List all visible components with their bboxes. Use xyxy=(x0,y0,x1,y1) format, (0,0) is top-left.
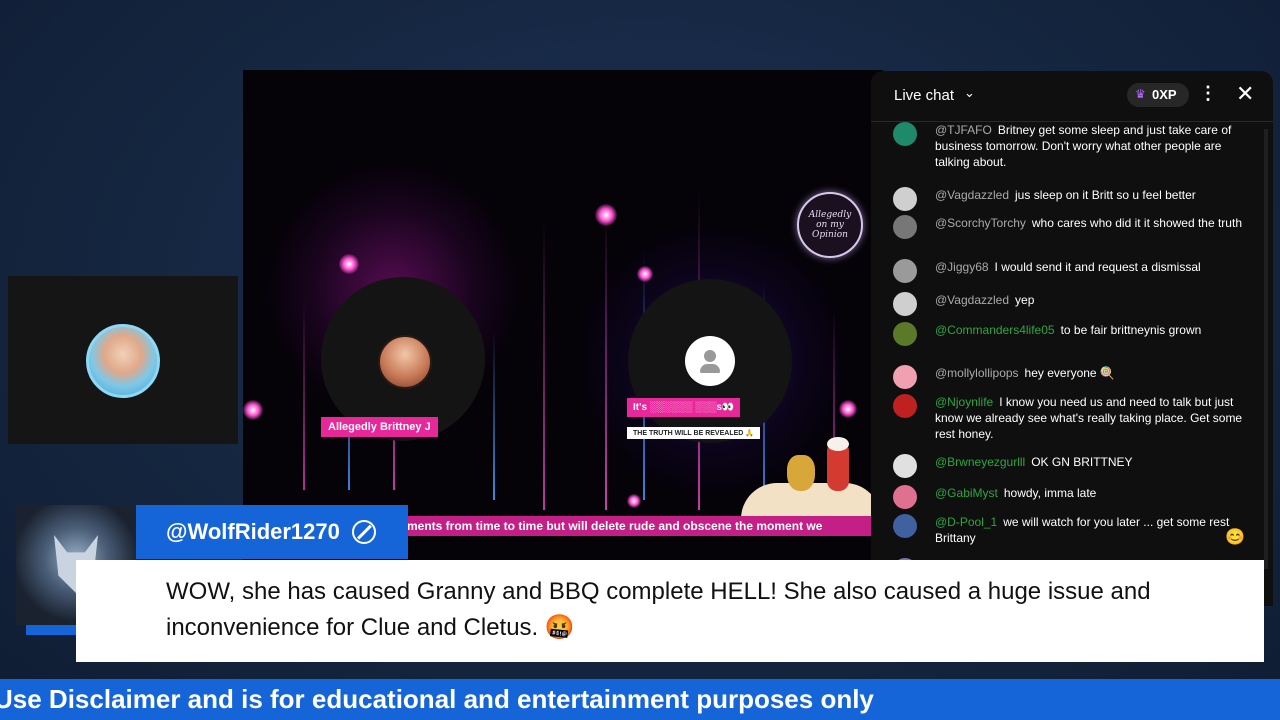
chat-message-body: @ScorchyTorchy who cares who did it it sh… xyxy=(935,215,1253,231)
chat-avatar xyxy=(893,514,917,538)
chat-message[interactable]: @Jiggy68 I would send it and request a di… xyxy=(893,259,1253,283)
chat-text: I would send it and request a dismissal xyxy=(994,260,1201,274)
disclaimer-text: Use Disclaimer and is for educational an… xyxy=(0,684,874,714)
comment-username: @WolfRider1270 xyxy=(166,519,340,544)
chat-message-body: @Vagdazzled yep xyxy=(935,292,1253,308)
light-streak xyxy=(303,300,305,490)
stream-video[interactable]: Allegedly on my Opinion Allegedly Brittn… xyxy=(243,70,883,560)
chat-avatar xyxy=(893,292,917,316)
light-orb xyxy=(839,400,857,418)
chat-text: who cares who did it it showed the truth xyxy=(1031,216,1242,230)
chat-message[interactable]: @Njoynlife I know you need us and need to… xyxy=(893,394,1253,442)
guest-title-tag: It's ░░░░░░ ░░░s👀 xyxy=(627,398,741,417)
default-avatar-icon xyxy=(685,336,735,386)
chat-message-body: @Commanders4life05 to be fair brittneynis… xyxy=(935,322,1253,338)
chat-avatar xyxy=(893,454,917,478)
chevron-down-icon[interactable]: ⌄ xyxy=(964,85,975,101)
chat-avatar xyxy=(893,215,917,239)
chat-author[interactable]: @TJFAFO xyxy=(935,123,992,137)
chat-header: Live chat ⌄ ♛ 0XP ⋮ ✕ xyxy=(871,71,1273,122)
chat-avatar xyxy=(893,259,917,283)
chat-author[interactable]: @Commanders4life05 xyxy=(935,323,1055,337)
chat-scrollbar[interactable] xyxy=(1264,129,1268,569)
chat-author[interactable]: @mollylollipops xyxy=(935,366,1019,380)
chat-text: hey everyone 🍭 xyxy=(1024,366,1115,380)
chat-avatar xyxy=(893,322,917,346)
emoji-button[interactable]: 😊 xyxy=(1225,527,1245,547)
chat-message[interactable]: @Vagdazzled jus sleep on it Britt so u fe… xyxy=(893,187,1253,211)
crown-icon: ♛ xyxy=(1135,87,1146,101)
guest-name-tag: Allegedly Brittney J xyxy=(321,417,438,437)
guest-avatar xyxy=(86,324,160,398)
channel-logo: Allegedly on my Opinion xyxy=(797,192,863,258)
chat-text: howdy, imma late xyxy=(1003,486,1097,500)
light-orb xyxy=(627,494,641,508)
chat-avatar xyxy=(893,187,917,211)
beach-decoration xyxy=(741,437,881,519)
chat-author[interactable]: @D-Pool_1 xyxy=(935,515,997,529)
close-icon[interactable]: ✕ xyxy=(1236,81,1254,107)
xp-count: 0XP xyxy=(1152,87,1177,102)
featured-comment-box: WOW, she has caused Granny and BBQ compl… xyxy=(76,560,1264,662)
guest-video-tile[interactable] xyxy=(8,276,238,444)
guest-camera-circle[interactable] xyxy=(628,279,792,443)
chat-text: jus sleep on it Britt so u feel better xyxy=(1015,188,1196,202)
chat-author[interactable]: @ScorchyTorchy xyxy=(935,216,1026,230)
chat-author[interactable]: @Njoynlife xyxy=(935,395,993,409)
light-streak xyxy=(543,220,545,510)
featured-comment-text: WOW, she has caused Granny and BBQ compl… xyxy=(166,578,1151,641)
chat-message[interactable]: @TJFAFO Britney get some sleep and just t… xyxy=(893,122,1253,170)
chat-message[interactable]: @D-Pool_1 we will watch for you later ...… xyxy=(893,514,1253,546)
chat-author[interactable]: @GabiMyst xyxy=(935,486,998,500)
chat-message-list[interactable]: @TJFAFO Britney get some sleep and just t… xyxy=(871,122,1273,606)
live-chat-panel[interactable]: Live chat ⌄ ♛ 0XP ⋮ ✕ @TJFAFO Britney get… xyxy=(871,71,1273,606)
light-orb xyxy=(339,254,359,274)
disclaimer-ticker: Use Disclaimer and is for educational an… xyxy=(0,679,1280,720)
light-streak xyxy=(493,330,495,500)
chat-message-body: @Njoynlife I know you need us and need to… xyxy=(935,394,1253,442)
channel-logo-text: Allegedly on my Opinion xyxy=(808,210,852,240)
chat-avatar xyxy=(893,122,917,146)
chat-author[interactable]: @Jiggy68 xyxy=(935,260,989,274)
chat-message[interactable]: @ScorchyTorchy who cares who did it it sh… xyxy=(893,215,1253,239)
chat-message[interactable]: @Brwneyezgurlll OK GN BRITTNEY xyxy=(893,454,1253,478)
chat-text: OK GN BRITTNEY xyxy=(1031,455,1133,469)
chat-message-body: @Brwneyezgurlll OK GN BRITTNEY xyxy=(935,454,1253,470)
chat-message[interactable]: @GabiMyst howdy, imma late xyxy=(893,485,1253,509)
chat-message[interactable]: @Commanders4life05 to be fair brittneynis… xyxy=(893,322,1253,346)
verified-icon xyxy=(352,520,376,544)
chat-message[interactable]: @Vagdazzled yep xyxy=(893,292,1253,316)
chat-author[interactable]: @Vagdazzled xyxy=(935,293,1009,307)
light-streak xyxy=(605,210,607,510)
chat-message-body: @GabiMyst howdy, imma late xyxy=(935,485,1253,501)
chat-message[interactable]: @mollylollipops hey everyone 🍭 xyxy=(893,365,1253,389)
light-orb xyxy=(595,204,617,226)
chat-message-body: @mollylollipops hey everyone 🍭 xyxy=(935,365,1253,381)
chat-avatar xyxy=(893,365,917,389)
chat-title: Live chat xyxy=(894,87,955,104)
comment-username-bar: @WolfRider1270 xyxy=(136,505,408,559)
chat-text: to be fair brittneynis grown xyxy=(1060,323,1202,337)
chat-author[interactable]: @Brwneyezgurlll xyxy=(935,455,1025,469)
chat-text: yep xyxy=(1015,293,1035,307)
guest-subtitle-tag: THE TRUTH WILL BE REVEALED 🙏 xyxy=(627,427,760,439)
chat-message-body: @Vagdazzled jus sleep on it Britt so u fe… xyxy=(935,187,1253,203)
chat-message-body: @Jiggy68 I would send it and request a di… xyxy=(935,259,1253,275)
chat-avatar xyxy=(893,485,917,509)
chat-author[interactable]: @Vagdazzled xyxy=(935,188,1009,202)
chat-avatar xyxy=(893,394,917,418)
more-options-icon[interactable]: ⋮ xyxy=(1199,83,1217,104)
light-orb xyxy=(637,266,653,282)
chat-message-body: @D-Pool_1 we will watch for you later ...… xyxy=(935,514,1253,546)
chat-message-body: @TJFAFO Britney get some sleep and just t… xyxy=(935,122,1253,170)
xp-badge[interactable]: ♛ 0XP xyxy=(1127,83,1189,107)
light-orb xyxy=(243,400,263,420)
guest-avatar xyxy=(378,335,432,389)
